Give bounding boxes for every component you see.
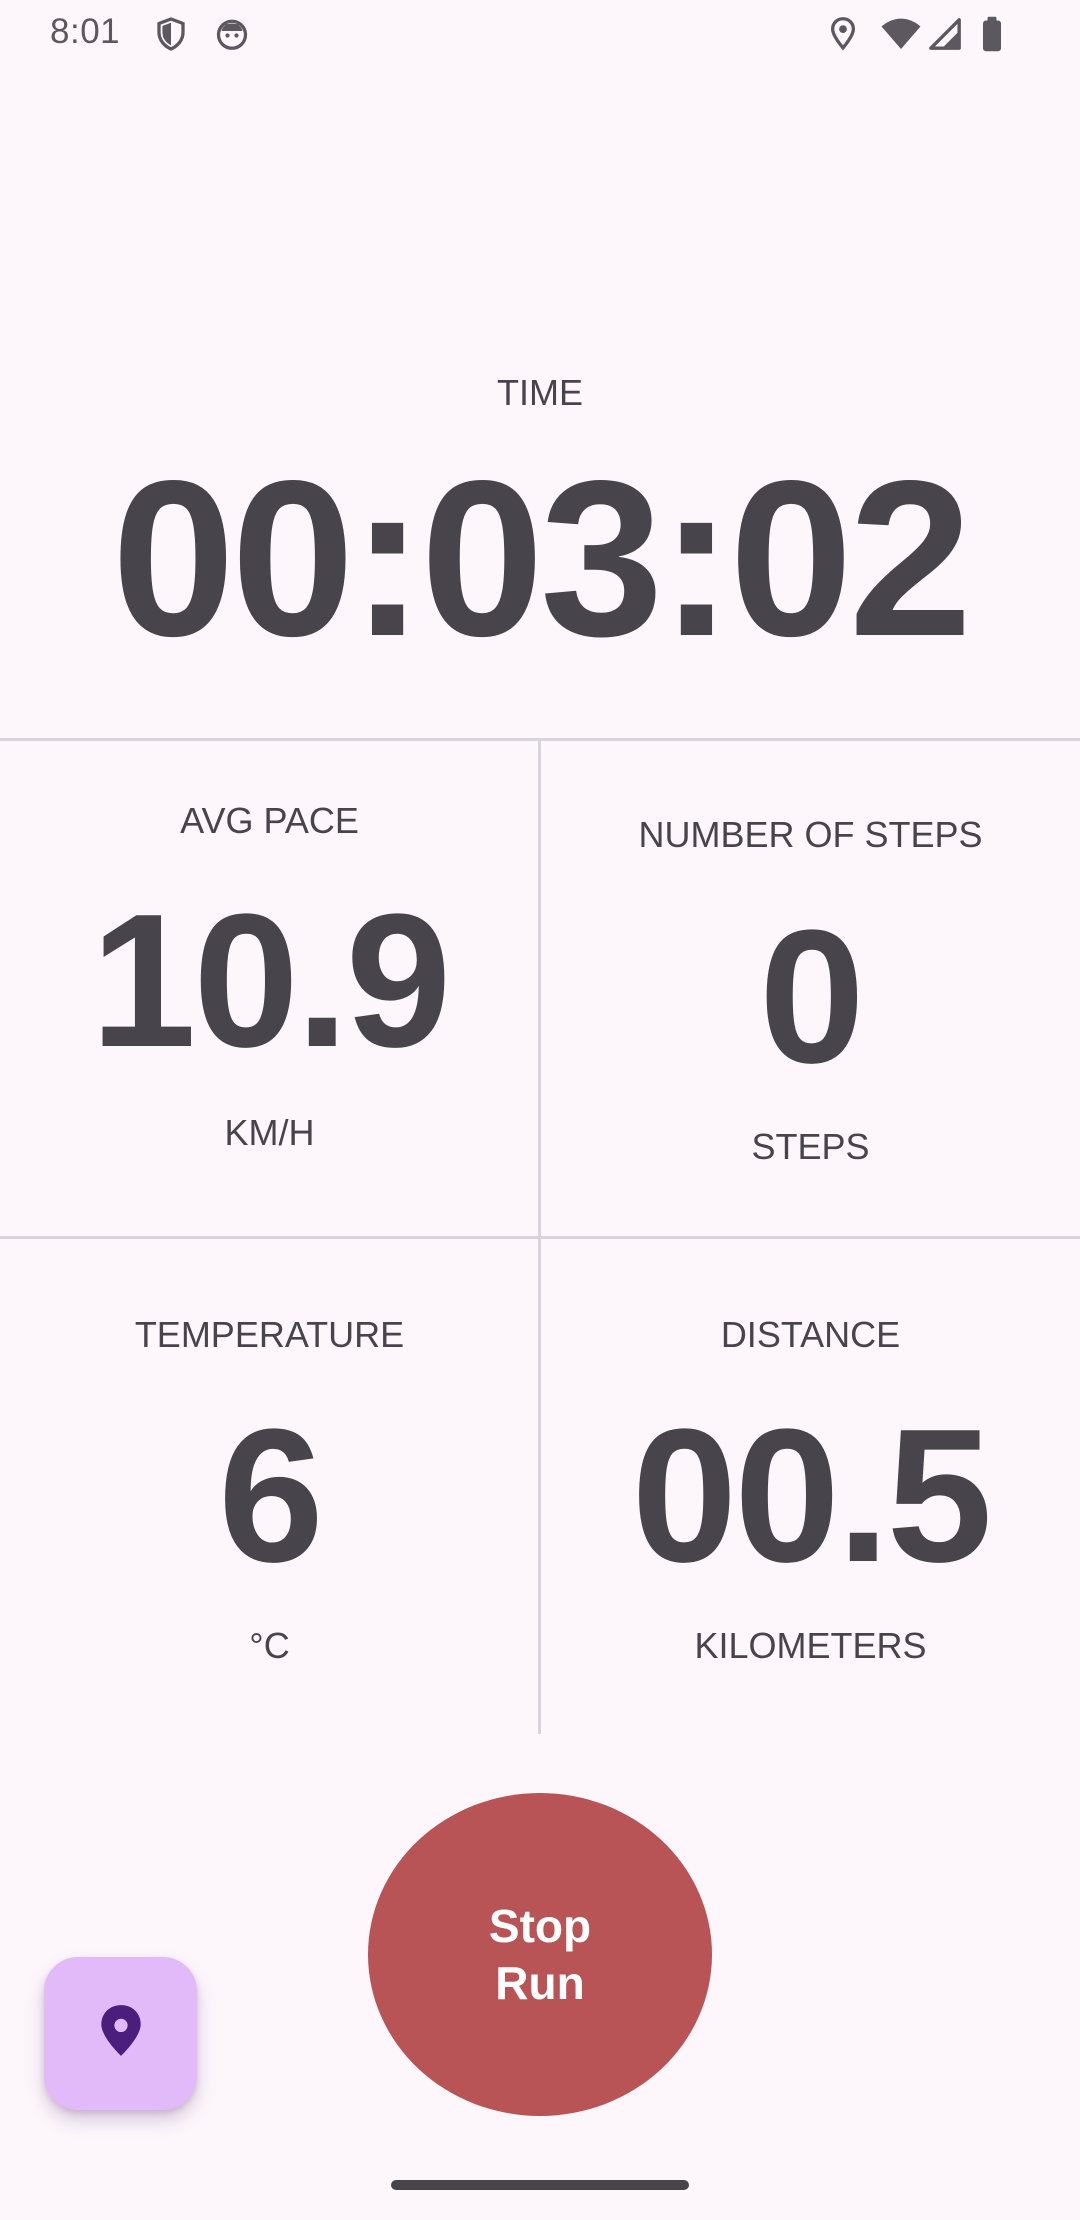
status-bar: 8:01 <box>0 0 1080 66</box>
status-time: 8:01 <box>50 12 121 51</box>
home-indicator[interactable] <box>391 2180 689 2190</box>
distance-value: 00.5 <box>631 1390 993 1602</box>
cell-signal-icon <box>928 16 962 52</box>
steps-value: 0 <box>759 891 865 1103</box>
steps-label: NUMBER OF STEPS <box>638 814 983 855</box>
distance-unit: KILOMETERS <box>694 1625 927 1666</box>
android-face-icon <box>214 16 250 52</box>
temperature-unit: °C <box>249 1625 290 1666</box>
distance-label: DISTANCE <box>720 1314 901 1355</box>
avg-pace-cell: AVG PACE 10.9 KM/H <box>0 740 539 1236</box>
avg-pace-value: 10.9 <box>90 875 452 1087</box>
temperature-cell: TEMPERATURE 6 °C <box>0 1239 539 1735</box>
avg-pace-unit: KM/H <box>224 1112 315 1153</box>
location-pin-icon <box>826 16 860 52</box>
shield-icon <box>153 16 189 52</box>
stop-run-button[interactable]: Stop Run <box>368 1793 712 2116</box>
time-label: TIME <box>497 372 583 413</box>
temperature-label: TEMPERATURE <box>134 1314 405 1355</box>
time-value: 00:03:02 <box>111 435 973 683</box>
stop-run-label: Stop Run <box>488 1899 592 2009</box>
battery-icon <box>980 16 1004 52</box>
distance-cell: DISTANCE 00.5 KILOMETERS <box>541 1239 1080 1735</box>
steps-cell: NUMBER OF STEPS 0 STEPS <box>541 740 1080 1236</box>
location-pin-icon <box>96 2003 146 2064</box>
steps-unit: STEPS <box>751 1126 870 1167</box>
avg-pace-label: AVG PACE <box>180 800 359 841</box>
wifi-icon <box>880 16 922 52</box>
location-fab[interactable] <box>44 1957 197 2110</box>
temperature-value: 6 <box>218 1390 324 1602</box>
